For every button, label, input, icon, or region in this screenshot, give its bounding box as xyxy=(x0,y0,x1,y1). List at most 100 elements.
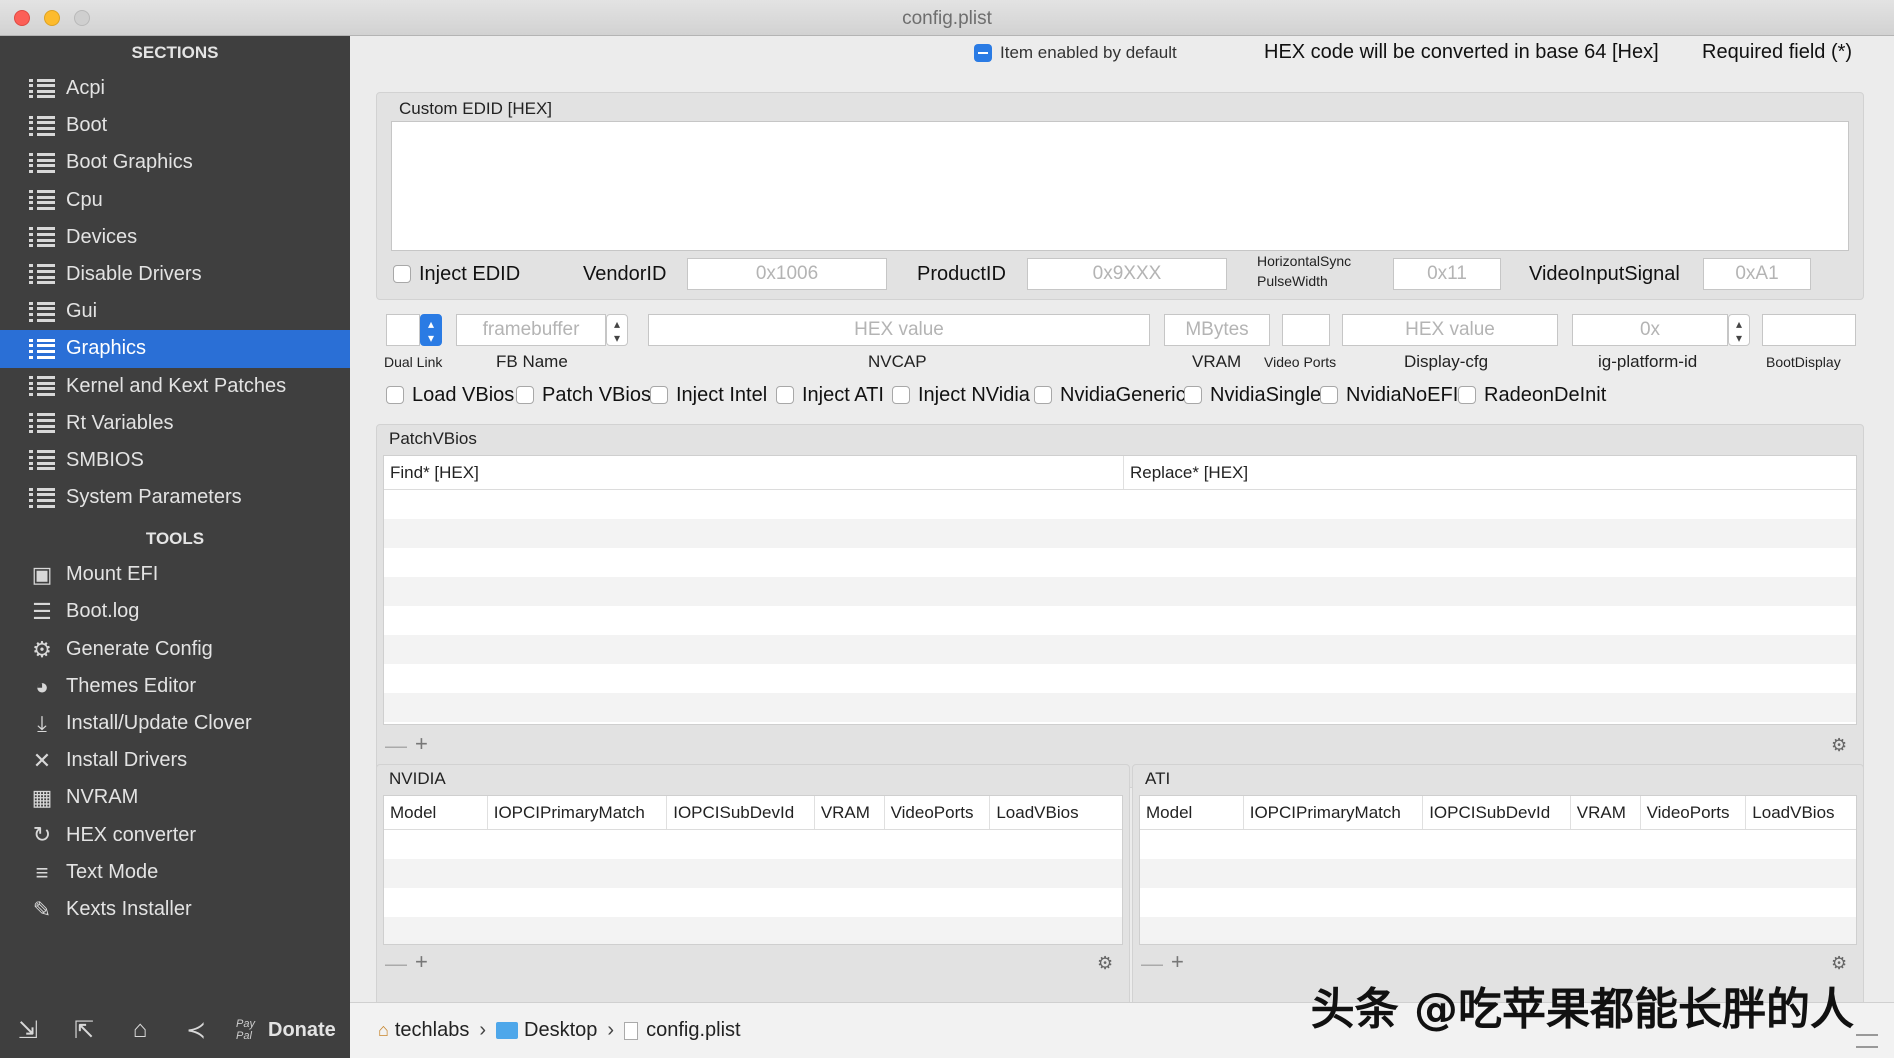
inject-nvidia-checkbox[interactable] xyxy=(892,386,910,404)
donate-button[interactable]: Donate xyxy=(268,1019,336,1042)
ati-col-iopciprimarymatch[interactable]: IOPCIPrimaryMatch xyxy=(1244,796,1424,829)
boot-display-label: BootDisplay xyxy=(1766,354,1841,370)
nvidia-col-loadvbios[interactable]: LoadVBios xyxy=(990,796,1122,829)
load-vbios-checkbox[interactable] xyxy=(386,386,404,404)
nvidia-table[interactable]: Model IOPCIPrimaryMatch IOPCISubDevId VRAM V… xyxy=(383,795,1123,945)
inject-intel-checkbox[interactable] xyxy=(650,386,668,404)
productid-input[interactable]: 0x9XXX xyxy=(1027,258,1227,290)
nvidia-col-videoports[interactable]: VideoPorts xyxy=(885,796,991,829)
export-icon[interactable]: ⇱ xyxy=(56,1016,112,1045)
nvidia-options-icon[interactable]: ⚙ xyxy=(1097,953,1113,974)
nvidiasingle-checkbox[interactable] xyxy=(1184,386,1202,404)
sidebar-item-system-parameters[interactable]: System Parameters xyxy=(0,479,350,516)
nvidia-col-iopcisubdevid[interactable]: IOPCISubDevId xyxy=(667,796,815,829)
download-icon: ⤓ xyxy=(37,710,47,736)
options-icon[interactable]: ⚙ xyxy=(1831,735,1847,756)
sidebar-item-acpi[interactable]: Acpi xyxy=(0,70,350,107)
patchvbios-rows[interactable] xyxy=(384,490,1856,724)
boot-display-input[interactable] xyxy=(1762,314,1856,346)
tool-text-mode[interactable]: ≡ Text Mode xyxy=(0,854,350,891)
framebuffer-stepper[interactable]: ▴ ▾ xyxy=(606,314,628,346)
col-find[interactable]: Find* [HEX] xyxy=(384,456,1124,489)
resize-handle-icon[interactable] xyxy=(1856,1034,1878,1048)
sidebar-item-devices[interactable]: Devices xyxy=(0,219,350,256)
edid-group: Custom EDID [HEX] Inject EDID VendorID 0… xyxy=(376,92,1864,300)
nvidia-rows[interactable] xyxy=(384,830,1122,944)
list-icon xyxy=(28,405,56,442)
nvidia-col-iopciprimarymatch[interactable]: IOPCIPrimaryMatch xyxy=(488,796,668,829)
video-ports-input[interactable] xyxy=(1282,314,1330,346)
ati-col-videoports[interactable]: VideoPorts xyxy=(1641,796,1747,829)
ati-col-vram[interactable]: VRAM xyxy=(1571,796,1641,829)
sidebar-item-boot-graphics[interactable]: Boot Graphics xyxy=(0,144,350,181)
videoinputsignal-label: VideoInputSignal xyxy=(1529,263,1680,285)
sidebar-item-smbios[interactable]: SMBIOS xyxy=(0,442,350,479)
sidebar-item-rt-variables[interactable]: Rt Variables xyxy=(0,405,350,442)
sidebar-item-label: System Parameters xyxy=(66,486,242,509)
ati-add-icon[interactable]: + xyxy=(1171,949,1184,975)
path-desktop[interactable]: Desktop xyxy=(524,1019,597,1042)
import-icon[interactable]: ⇲ xyxy=(0,1016,56,1045)
tool-install-update-clover[interactable]: ⤓ Install/Update Clover xyxy=(0,705,350,742)
home-icon[interactable]: ⌂ xyxy=(112,1016,168,1044)
nvidia-remove-icon[interactable]: — xyxy=(385,951,407,977)
ati-rows[interactable] xyxy=(1140,830,1856,944)
tools-icon: ✕ xyxy=(32,748,52,774)
sidebar-item-boot[interactable]: Boot xyxy=(0,107,350,144)
tool-themes-editor[interactable]: ◕ Themes Editor xyxy=(0,668,350,705)
tool-install-drivers[interactable]: ✕ Install Drivers xyxy=(0,742,350,779)
ig-platform-id-input[interactable]: 0x xyxy=(1572,314,1728,346)
sidebar-item-cpu[interactable]: Cpu xyxy=(0,182,350,219)
tool-mount-efi[interactable]: ▣ Mount EFI xyxy=(0,556,350,593)
patchvbios-table[interactable]: Find* [HEX] Replace* [HEX] xyxy=(383,455,1857,725)
nvidia-col-model[interactable]: Model xyxy=(384,796,488,829)
tool-label: HEX converter xyxy=(66,823,197,846)
share-icon[interactable]: ≺ xyxy=(168,1016,224,1045)
tool-generate-config[interactable]: ⚙ Generate Config xyxy=(0,631,350,668)
path-techlabs[interactable]: techlabs xyxy=(395,1019,470,1042)
vendorid-label: VendorID xyxy=(583,263,667,285)
ig-platform-id-stepper[interactable]: ▴ ▾ xyxy=(1728,314,1750,346)
vendorid-input[interactable]: 0x1006 xyxy=(687,258,887,290)
ati-col-iopcisubdevid[interactable]: IOPCISubDevId xyxy=(1423,796,1571,829)
vram-input[interactable]: MBytes xyxy=(1164,314,1270,346)
sidebar-item-graphics[interactable]: Graphics xyxy=(0,330,350,368)
sidebar: SECTIONS Acpi Boot Boot Graphics Cpu Devices… xyxy=(0,36,350,1058)
nvidianoefi-checkbox[interactable] xyxy=(1320,386,1338,404)
tool-boot-log[interactable]: ☰ Boot.log xyxy=(0,593,350,630)
inject-ati-checkbox[interactable] xyxy=(776,386,794,404)
custom-edid-textarea[interactable] xyxy=(391,121,1849,251)
hsync-label-line2: PulseWidth xyxy=(1257,273,1328,289)
ati-table[interactable]: Model IOPCIPrimaryMatch IOPCISubDevId VRAM V… xyxy=(1139,795,1857,945)
ati-remove-icon[interactable]: — xyxy=(1141,951,1163,977)
nvidia-group: NVIDIA Model IOPCIPrimaryMatch IOPCISubDev… xyxy=(376,764,1130,1008)
add-row-icon[interactable]: + xyxy=(415,731,428,757)
nvcap-input[interactable]: HEX value xyxy=(648,314,1150,346)
radeondeinit-checkbox[interactable] xyxy=(1458,386,1476,404)
ati-col-loadvbios[interactable]: LoadVBios xyxy=(1746,796,1856,829)
nvidia-add-icon[interactable]: + xyxy=(415,949,428,975)
framebuffer-input[interactable]: framebuffer xyxy=(456,314,606,346)
path-config[interactable]: config.plist xyxy=(646,1019,741,1042)
ati-options-icon[interactable]: ⚙ xyxy=(1831,953,1847,974)
tool-kexts-installer[interactable]: ✎ Kexts Installer xyxy=(0,891,350,928)
tool-hex-converter[interactable]: ↻ HEX converter xyxy=(0,817,350,854)
sidebar-item-gui[interactable]: Gui xyxy=(0,293,350,330)
tool-nvram[interactable]: ▦ NVRAM xyxy=(0,779,350,816)
sidebar-item-kernel-and-kext-patches[interactable]: Kernel and Kext Patches xyxy=(0,368,350,405)
sidebar-item-label: Cpu xyxy=(66,188,103,211)
nvidiageneric-checkbox[interactable] xyxy=(1034,386,1052,404)
display-cfg-input[interactable]: HEX value xyxy=(1342,314,1558,346)
sidebar-item-disable-drivers[interactable]: Disable Drivers xyxy=(0,256,350,293)
ati-col-model[interactable]: Model xyxy=(1140,796,1244,829)
videoinputsignal-input[interactable]: 0xA1 xyxy=(1703,258,1811,290)
hsync-input[interactable]: 0x11 xyxy=(1393,258,1501,290)
inject-edid-checkbox[interactable] xyxy=(393,265,411,283)
nvidia-header: Model IOPCIPrimaryMatch IOPCISubDevId VRAM V… xyxy=(384,796,1122,830)
patch-vbios-checkbox[interactable] xyxy=(516,386,534,404)
dual-link-input[interactable] xyxy=(386,314,420,346)
remove-row-icon[interactable]: — xyxy=(385,733,407,759)
nvidia-col-vram[interactable]: VRAM xyxy=(815,796,885,829)
dual-link-stepper[interactable]: ▴ ▾ xyxy=(420,314,442,346)
col-replace[interactable]: Replace* [HEX] xyxy=(1124,456,1856,489)
